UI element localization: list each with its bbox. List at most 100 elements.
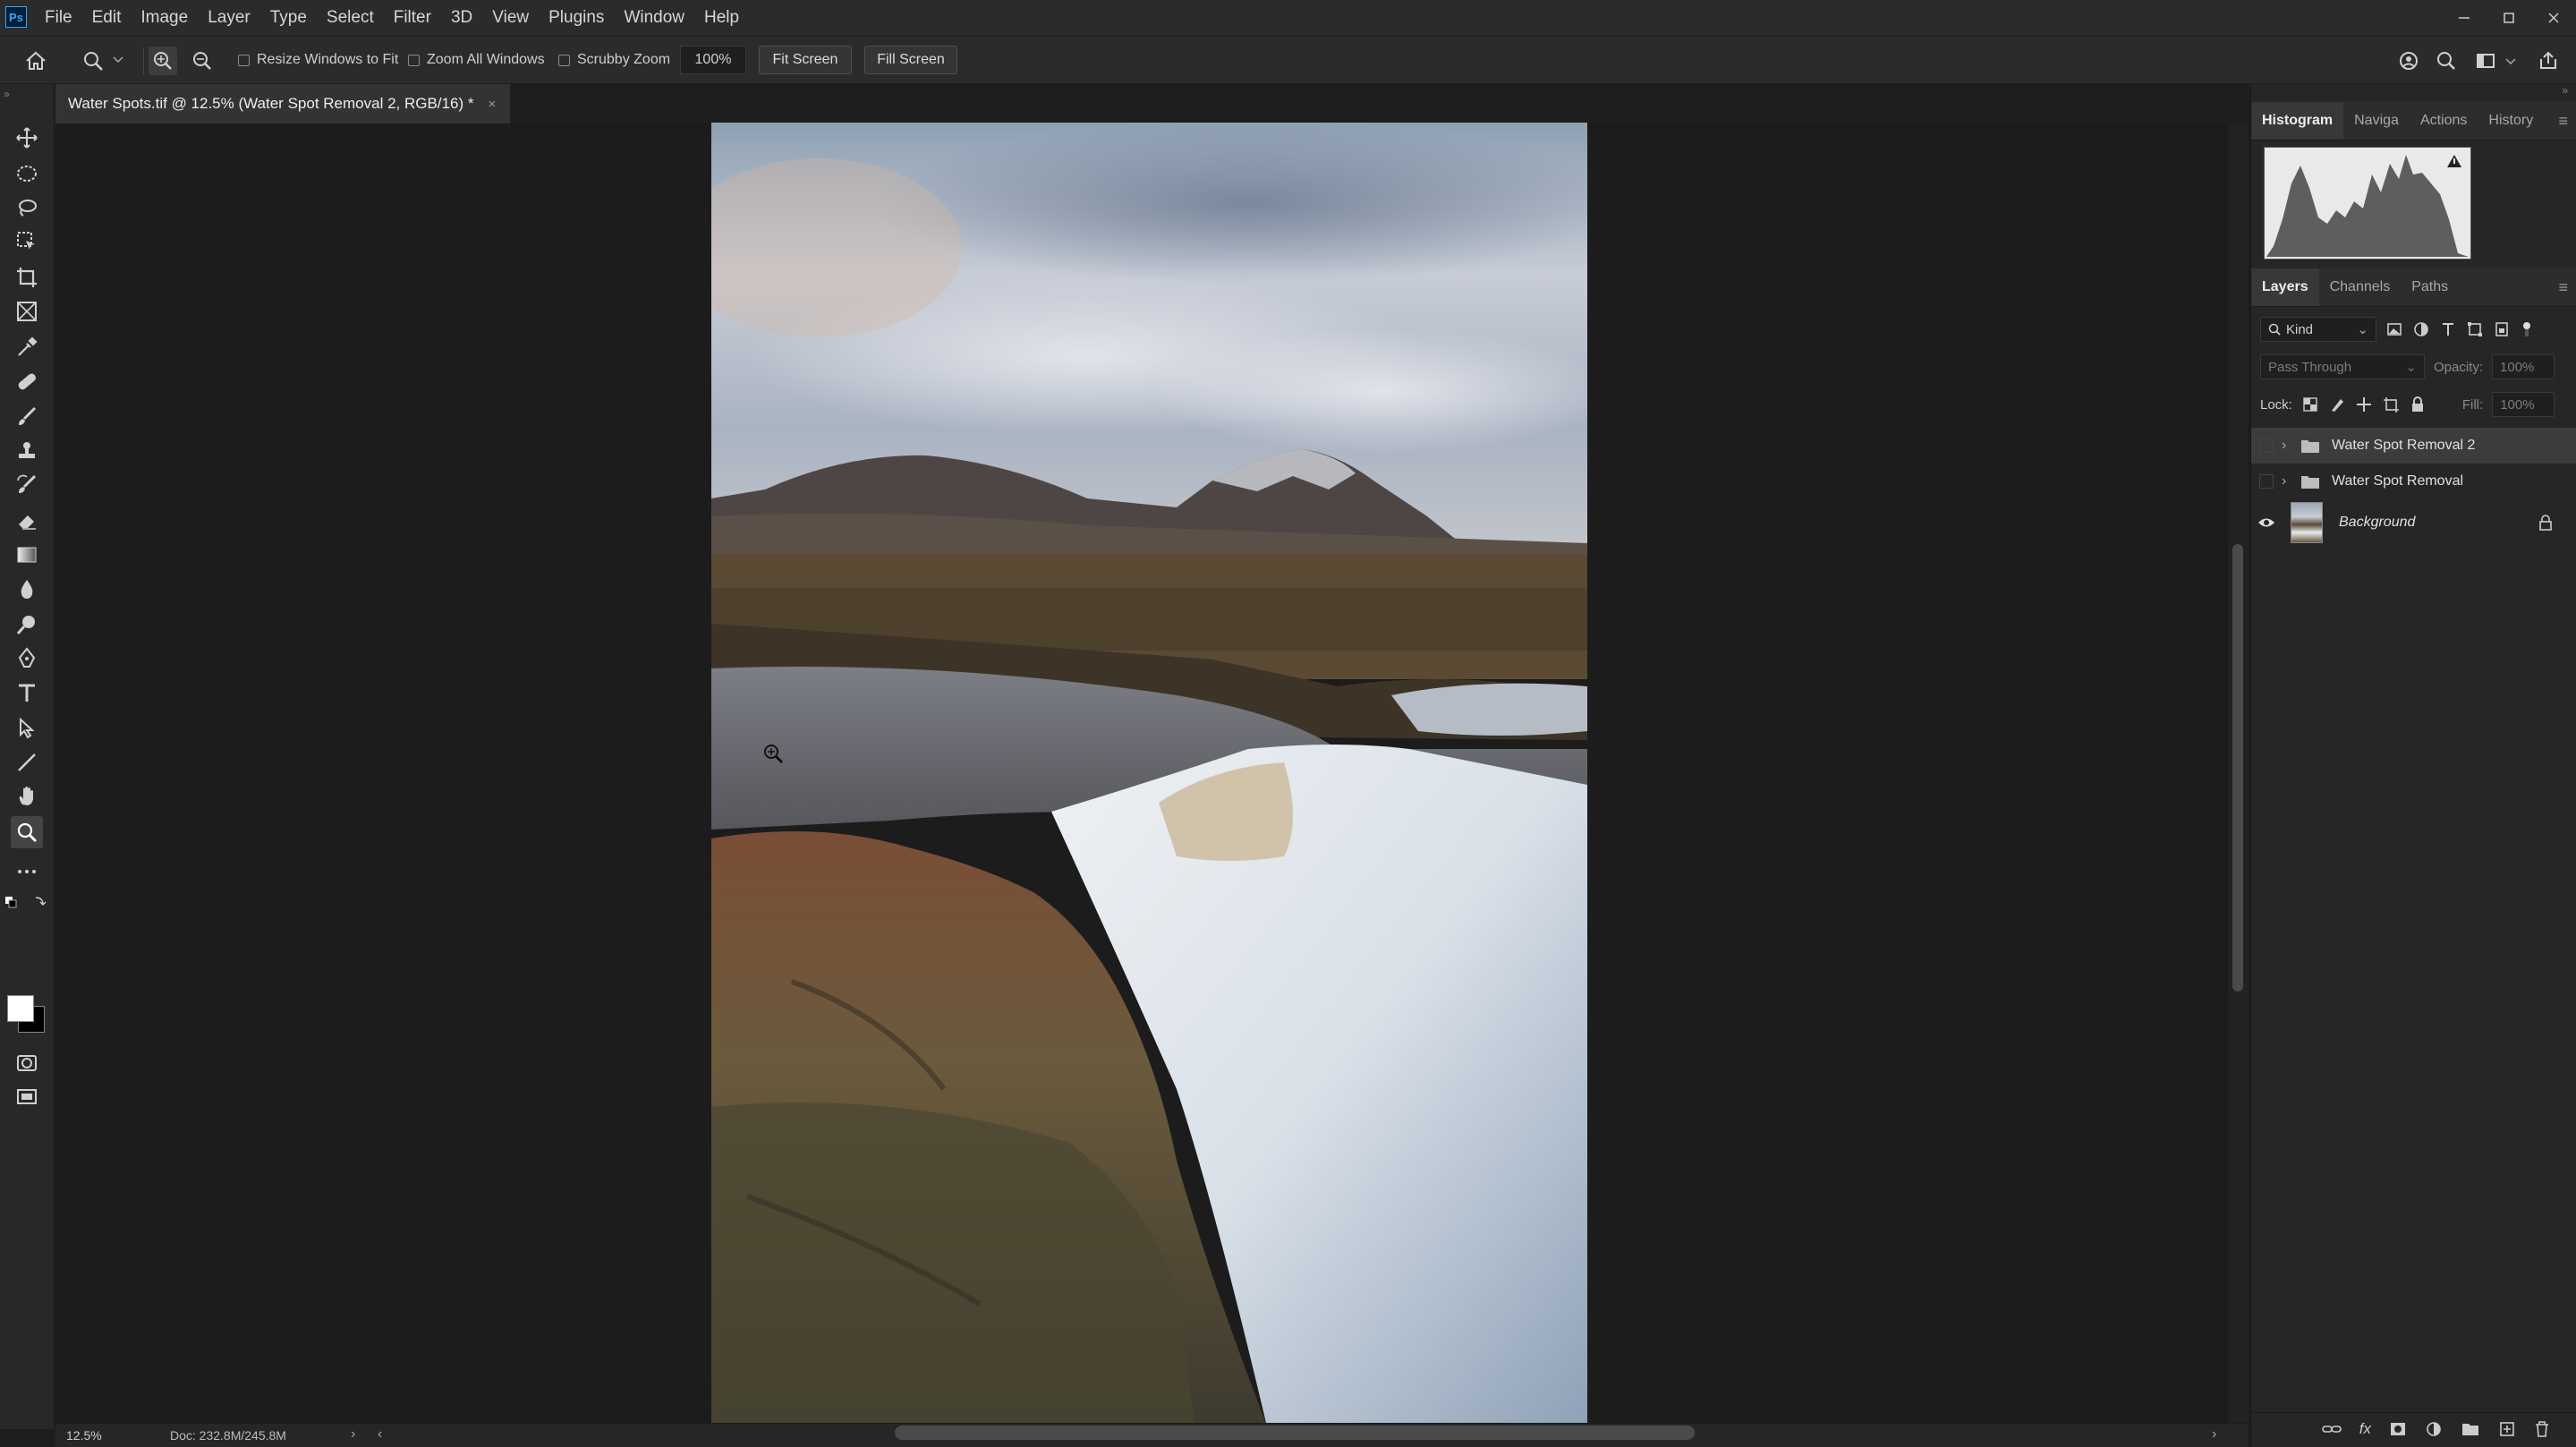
document-tab[interactable]: Water Spots.tif @ 12.5% (Water Spot Remo… <box>55 84 511 123</box>
collapse-icon[interactable]: » <box>4 88 10 100</box>
workspace-button[interactable] <box>2471 47 2500 75</box>
tab-history[interactable]: History <box>2478 102 2544 140</box>
crop-tool[interactable] <box>11 261 43 294</box>
vertical-scrollbar[interactable] <box>2228 123 2248 1423</box>
menu-select[interactable]: Select <box>327 8 374 28</box>
lock-position-icon[interactable] <box>2355 396 2373 413</box>
frame-tool[interactable] <box>11 295 43 328</box>
chevron-down-icon[interactable] <box>113 56 123 64</box>
visibility-toggle[interactable] <box>2251 474 2282 489</box>
type-tool[interactable] <box>11 677 43 709</box>
home-button[interactable] <box>21 47 50 75</box>
zoom-out-button[interactable] <box>188 47 217 75</box>
scrubby-zoom-checkbox[interactable]: Scrubby Zoom <box>558 52 670 68</box>
marquee-tool[interactable] <box>11 157 43 190</box>
scroll-left-arrow[interactable]: ‹ <box>378 1426 382 1443</box>
healing-brush-tool[interactable] <box>11 365 43 397</box>
fit-screen-button[interactable]: Fit Screen <box>759 46 852 74</box>
layer-row[interactable]: › Water Spot Removal <box>2251 464 2576 499</box>
chevron-right-icon[interactable]: › <box>2282 438 2300 454</box>
lasso-tool[interactable] <box>11 192 43 224</box>
zoom-all-windows-checkbox[interactable]: Zoom All Windows <box>408 52 545 68</box>
document-image[interactable] <box>711 123 1587 1423</box>
menu-3d[interactable]: 3D <box>451 8 472 28</box>
minimize-button[interactable] <box>2442 0 2487 36</box>
quick-mask-button[interactable] <box>11 1047 43 1079</box>
pen-tool[interactable] <box>11 643 43 675</box>
fill-input[interactable]: 100% <box>2492 392 2555 417</box>
zoom-level[interactable]: 12.5% <box>66 1428 102 1443</box>
menu-window[interactable]: Window <box>624 8 684 28</box>
trash-icon[interactable] <box>2534 1420 2550 1438</box>
kind-filter-select[interactable]: Kind ⌄ <box>2260 317 2376 342</box>
foreground-color-swatch[interactable] <box>7 995 34 1022</box>
mask-icon[interactable] <box>2389 1421 2407 1437</box>
menu-file[interactable]: File <box>45 8 72 28</box>
object-selection-tool[interactable] <box>11 226 43 258</box>
blur-tool[interactable] <box>11 573 43 605</box>
new-group-icon[interactable] <box>2461 1421 2480 1437</box>
resize-windows-checkbox[interactable]: Resize Windows to Fit <box>238 52 398 68</box>
eraser-tool[interactable] <box>11 505 43 537</box>
search-button[interactable] <box>2432 47 2461 75</box>
visibility-toggle[interactable] <box>2251 516 2282 529</box>
zoom-in-button[interactable] <box>149 47 177 75</box>
adjustment-filter-icon[interactable] <box>2412 320 2430 338</box>
lock-pixels-icon[interactable] <box>2328 396 2346 413</box>
tab-layers[interactable]: Layers <box>2251 268 2319 306</box>
adjustment-layer-icon[interactable] <box>2425 1420 2443 1438</box>
lock-artboard-icon[interactable] <box>2382 396 2400 413</box>
line-tool[interactable] <box>11 746 43 779</box>
clone-stamp-tool[interactable] <box>11 435 43 467</box>
gradient-tool[interactable] <box>11 539 43 571</box>
maximize-button[interactable] <box>2487 0 2531 36</box>
brush-tool[interactable] <box>11 401 43 433</box>
default-colors-icon[interactable] <box>4 895 50 909</box>
menu-plugins[interactable]: Plugins <box>548 8 604 28</box>
close-window-button[interactable] <box>2531 0 2576 36</box>
panel-menu-icon[interactable]: ≡ <box>2558 278 2568 297</box>
type-filter-icon[interactable] <box>2439 320 2457 338</box>
dodge-tool[interactable] <box>11 609 43 641</box>
visibility-toggle[interactable] <box>2251 438 2282 453</box>
tab-navigator[interactable]: Naviga <box>2343 102 2410 140</box>
chevron-right-icon[interactable]: › <box>2282 473 2300 489</box>
tab-channels[interactable]: Channels <box>2319 268 2402 306</box>
smart-object-filter-icon[interactable] <box>2493 320 2511 338</box>
new-layer-icon[interactable] <box>2498 1420 2516 1438</box>
edit-toolbar-button[interactable] <box>11 855 43 888</box>
fx-icon[interactable]: fx <box>2359 1420 2371 1438</box>
move-tool[interactable] <box>11 122 43 154</box>
menu-type[interactable]: Type <box>270 8 307 28</box>
status-menu-arrow[interactable]: › <box>351 1426 355 1443</box>
collapse-panels-icon[interactable]: » <box>2562 84 2568 97</box>
blend-mode-select[interactable]: Pass Through ⌄ <box>2260 354 2425 379</box>
eyedropper-tool[interactable] <box>11 331 43 363</box>
zoom-percent-button[interactable]: 100% <box>680 46 746 74</box>
chevron-down-icon[interactable] <box>2505 58 2516 65</box>
lock-transparent-icon[interactable] <box>2301 396 2319 413</box>
opacity-input[interactable]: 100% <box>2492 354 2555 379</box>
cloud-docs-button[interactable] <box>2394 47 2423 75</box>
layer-row[interactable]: Background <box>2251 499 2576 546</box>
menu-view[interactable]: View <box>492 8 529 28</box>
path-selection-tool[interactable] <box>11 712 43 745</box>
image-filter-icon[interactable] <box>2385 320 2403 338</box>
filter-toggle-icon[interactable] <box>2520 320 2534 338</box>
hand-tool[interactable] <box>11 780 43 813</box>
layer-row[interactable]: › Water Spot Removal 2 <box>2251 428 2576 464</box>
shape-filter-icon[interactable] <box>2466 320 2484 338</box>
scroll-thumb[interactable] <box>2232 544 2243 992</box>
close-tab-icon[interactable]: × <box>488 97 496 112</box>
tab-actions[interactable]: Actions <box>2410 102 2478 140</box>
screen-mode-button[interactable] <box>11 1081 43 1113</box>
menu-image[interactable]: Image <box>140 8 188 28</box>
history-brush-tool[interactable] <box>11 469 43 501</box>
scroll-right-arrow[interactable]: › <box>2212 1426 2216 1443</box>
menu-layer[interactable]: Layer <box>208 8 251 28</box>
menu-filter[interactable]: Filter <box>394 8 431 28</box>
panel-menu-icon[interactable]: ≡ <box>2558 112 2568 131</box>
horizontal-scroll-thumb[interactable] <box>895 1426 1695 1440</box>
zoom-tool[interactable] <box>11 816 43 848</box>
tab-histogram[interactable]: Histogram <box>2251 102 2344 140</box>
